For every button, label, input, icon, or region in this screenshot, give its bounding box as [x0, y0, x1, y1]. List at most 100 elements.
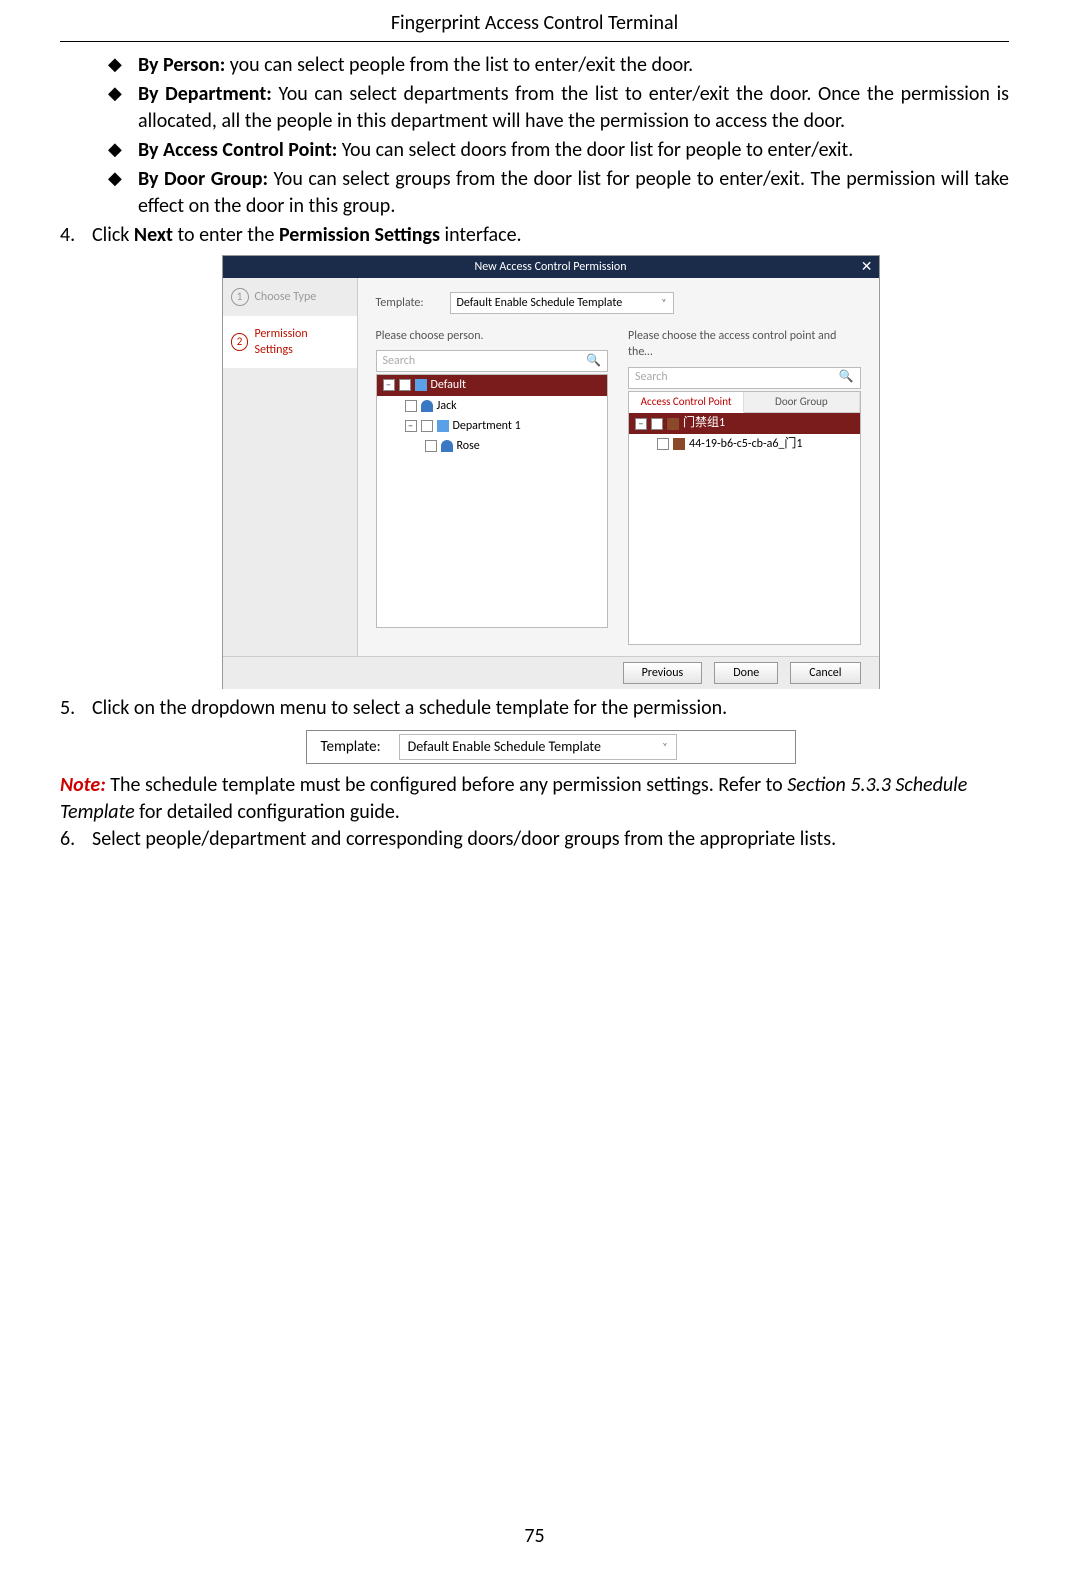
template-select[interactable]: Default Enable Schedule Template ˅ [450, 292, 674, 314]
tree-root[interactable]: − 门禁组1 [629, 413, 860, 433]
tree-node[interactable]: − Department 1 [377, 416, 608, 436]
tree-label: Jack [437, 398, 457, 414]
person-search-input[interactable]: Search 🔍 [376, 350, 609, 372]
tree-label: Rose [457, 438, 480, 454]
template-select[interactable]: Default Enable Schedule Template ˅ [399, 734, 677, 761]
door-tree[interactable]: Access Control Point Door Group − 门禁组1 [628, 391, 861, 645]
chevron-down-icon: ˅ [662, 740, 667, 754]
person-tree[interactable]: − Default Jack [376, 374, 609, 628]
group-icon [437, 420, 449, 432]
checkbox[interactable] [421, 420, 433, 432]
search-icon: 🔍 [586, 353, 601, 369]
step-number: 6. [60, 826, 75, 853]
bullet-bold: By Access Control Point: [138, 138, 337, 162]
tab-access-point[interactable]: Access Control Point [629, 392, 744, 414]
step-bold: Next [134, 223, 173, 247]
template-value: Default Enable Schedule Template [457, 295, 623, 311]
tree-label: Department 1 [453, 418, 521, 434]
page-number: 75 [0, 1523, 1069, 1550]
step-text: to enter the [173, 223, 279, 247]
step-text: Click on the dropdown menu to select a s… [92, 696, 727, 720]
column-caption: Please choose the access control point a… [628, 328, 861, 360]
bullet-item: By Access Control Point: You can select … [116, 137, 1009, 164]
checkbox[interactable] [651, 418, 663, 430]
collapse-icon[interactable]: − [405, 420, 417, 432]
tab-door-group[interactable]: Door Group [744, 392, 859, 413]
tree-node[interactable]: Jack [377, 396, 608, 416]
previous-button[interactable]: Previous [623, 662, 703, 684]
tree-label: Default [431, 377, 467, 393]
search-placeholder: Search [635, 369, 668, 385]
door-group-icon [667, 418, 679, 430]
dialog-title: New Access Control Permission [474, 260, 626, 274]
note-text: The schedule template must be configured… [106, 773, 787, 797]
step-badge: 1 [231, 288, 249, 306]
bullet-item: By Person: you can select people from th… [116, 52, 1009, 79]
ordered-steps-cont: 6. Select people/department and correspo… [60, 826, 1009, 853]
checkbox[interactable] [405, 400, 417, 412]
cancel-button[interactable]: Cancel [790, 662, 860, 684]
checkbox[interactable] [657, 438, 669, 450]
door-tabs: Access Control Point Door Group [629, 392, 860, 414]
bullet-item: By Door Group: You can select groups fro… [116, 166, 1009, 220]
checkbox[interactable] [399, 379, 411, 391]
dialog-titlebar: New Access Control Permission ✕ [223, 256, 879, 278]
template-label: Template: [321, 737, 381, 757]
person-column: Please choose person. Search 🔍 − [376, 328, 609, 644]
bullet-text: You can select doors from the door list … [337, 138, 853, 162]
step-badge: 2 [231, 333, 249, 351]
wizard-step-1[interactable]: 1 Choose Type [223, 278, 357, 316]
ordered-steps: 4. Click Next to enter the Permission Se… [60, 222, 1009, 764]
bullet-bold: By Person: [138, 53, 225, 77]
note-paragraph: Note: The schedule template must be conf… [60, 772, 1009, 826]
door-search-input[interactable]: Search 🔍 [628, 367, 861, 389]
step-label: Permission Settings [254, 326, 348, 358]
step-number: 4. [60, 222, 75, 249]
group-icon [415, 379, 427, 391]
wizard-sidebar: 1 Choose Type 2 Permission Settings [223, 278, 358, 656]
bullet-bold: By Department: [138, 82, 272, 106]
permission-dialog-figure: New Access Control Permission ✕ 1 Choose… [222, 255, 880, 689]
close-icon[interactable]: ✕ [861, 256, 873, 278]
step-label: Choose Type [255, 289, 317, 305]
note-text: for detailed configuration guide. [135, 800, 400, 824]
tree-root[interactable]: − Default [377, 375, 608, 395]
tree-node[interactable]: Rose [377, 436, 608, 456]
bullet-text: You can select groups from the door list… [138, 167, 1009, 218]
door-column: Please choose the access control point a… [628, 328, 861, 644]
column-caption: Please choose person. [376, 328, 609, 344]
door-icon [673, 438, 685, 450]
search-icon: 🔍 [839, 369, 854, 385]
tree-node[interactable]: 44-19-b6-c5-cb-a6_门1 [629, 434, 860, 454]
bullet-list: By Person: you can select people from th… [60, 52, 1009, 220]
dialog-buttons: Previous Done Cancel [223, 656, 879, 689]
step-5: 5. Click on the dropdown menu to select … [60, 695, 1009, 764]
bullet-bold: By Door Group: [138, 167, 268, 191]
running-header: Fingerprint Access Control Terminal [60, 0, 1009, 42]
search-placeholder: Search [383, 353, 416, 369]
chevron-down-icon: ˅ [661, 296, 666, 310]
person-icon [421, 400, 433, 412]
template-value: Default Enable Schedule Template [408, 738, 601, 757]
template-dropdown-figure: Template: Default Enable Schedule Templa… [306, 730, 796, 764]
note-label: Note: [60, 773, 106, 797]
person-icon [441, 440, 453, 452]
done-button[interactable]: Done [714, 662, 778, 684]
step-number: 5. [60, 695, 75, 722]
step-text: Select people/department and correspondi… [92, 827, 836, 851]
wizard-step-2[interactable]: 2 Permission Settings [223, 316, 357, 368]
step-bold: Permission Settings [279, 223, 440, 247]
tree-label: 门禁组1 [683, 415, 725, 431]
tree-label: 44-19-b6-c5-cb-a6_门1 [689, 436, 803, 452]
template-label: Template: [376, 295, 436, 311]
bullet-item: By Department: You can select department… [116, 81, 1009, 135]
checkbox[interactable] [425, 440, 437, 452]
dialog-main: Template: Default Enable Schedule Templa… [358, 278, 879, 656]
step-text: Click [92, 223, 134, 247]
step-6: 6. Select people/department and correspo… [60, 826, 1009, 853]
bullet-text: you can select people from the list to e… [225, 53, 693, 77]
step-4: 4. Click Next to enter the Permission Se… [60, 222, 1009, 689]
collapse-icon[interactable]: − [383, 379, 395, 391]
step-text: interface. [440, 223, 522, 247]
collapse-icon[interactable]: − [635, 418, 647, 430]
